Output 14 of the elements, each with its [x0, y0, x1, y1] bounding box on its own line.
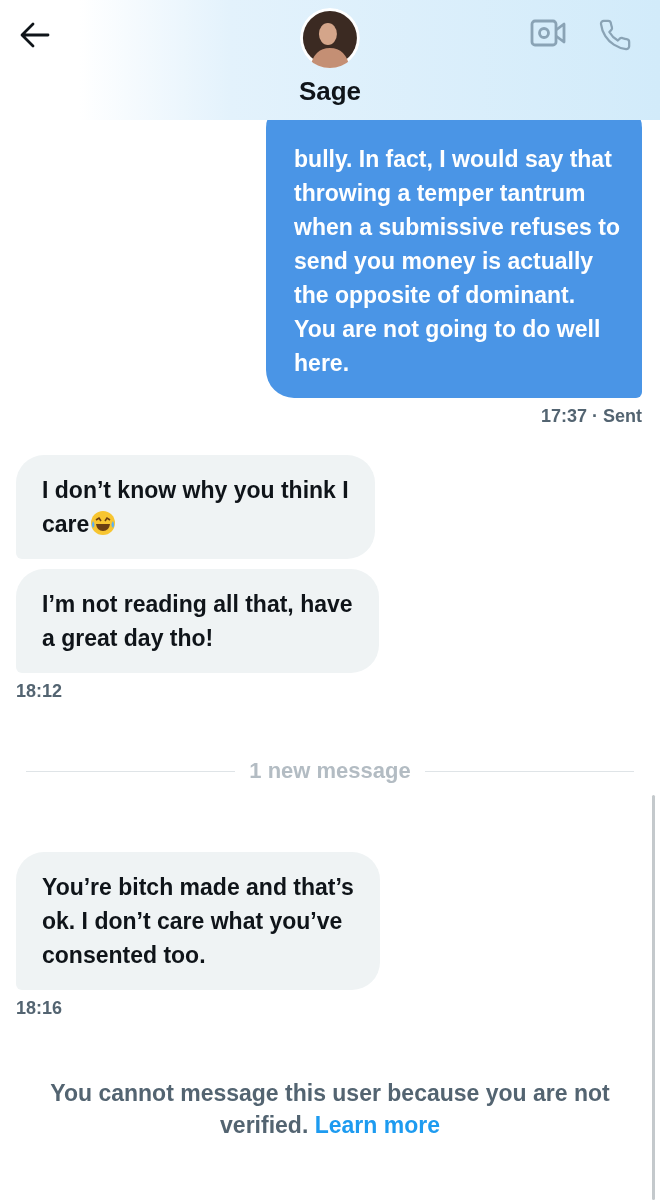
- cannot-message-notice: You cannot message this user because you are not verified. Learn more: [50, 1079, 610, 1140]
- message-time: 18:16: [16, 998, 63, 1019]
- message-time: 17:37 · Sent: [540, 406, 642, 427]
- new-message-divider-label: 1 new message: [249, 758, 411, 784]
- message-time: 18:12: [16, 681, 63, 702]
- scroll-bar[interactable]: [652, 795, 655, 1200]
- message-text: I’m not reading all that, have a great day tho!: [42, 590, 353, 653]
- message-text: I don’t know why you think I care: [42, 476, 349, 539]
- contact-name: Sage: [298, 76, 362, 107]
- message-text: You’re bitch made and that’s ok. I don’t care what you’ve consented too.: [42, 873, 354, 970]
- message-text: bully. In fact, I would say that throwing a temper tantrum when a submissive refuses to send you money is actually the opposite of dominant. You are not going to do well here.: [294, 145, 620, 378]
- learn-more-link[interactable]: Learn more: [314, 1112, 440, 1138]
- avatar[interactable]: [300, 8, 360, 68]
- phone-call-icon[interactable]: [598, 18, 632, 52]
